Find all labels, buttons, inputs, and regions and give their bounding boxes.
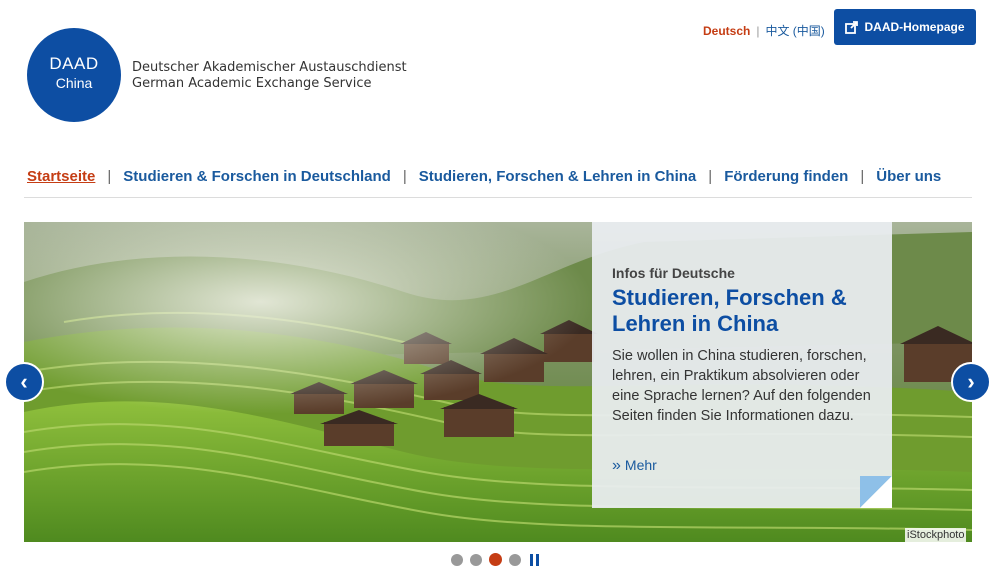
nav-studieren-china[interactable]: Studieren, Forschen & Lehren in China	[419, 168, 697, 185]
daad-homepage-button[interactable]: DAAD-Homepage	[834, 9, 976, 45]
slide-body: Sie wollen in China studieren, forschen,…	[612, 348, 871, 424]
daad-logo[interactable]: DAAD China	[27, 28, 121, 122]
nav-separator: |	[860, 168, 865, 185]
chevron-right-icon: ›	[967, 369, 975, 394]
main-navigation: Startseite | Studieren & Forschen in Deuts…	[27, 168, 941, 185]
more-link-label: Mehr	[624, 457, 657, 473]
lang-separator: |	[756, 24, 760, 38]
slide-title[interactable]: Studieren, Forschen & Lehren in China	[612, 285, 882, 337]
slide-info-card: Infos für Deutsche Studieren, Forschen &…	[592, 222, 892, 508]
nav-foerderung[interactable]: Förderung finden	[724, 168, 848, 185]
nav-startseite[interactable]: Startseite	[27, 168, 95, 185]
external-link-icon	[845, 20, 859, 34]
nav-studieren-deutschland[interactable]: Studieren & Forschen in Deutschland	[123, 168, 391, 185]
carousel-dot-4[interactable]	[509, 553, 521, 566]
logo-line-2: China	[55, 75, 93, 91]
carousel-dot-3[interactable]	[489, 553, 502, 566]
carousel-prev-button[interactable]: ‹	[4, 362, 44, 402]
carousel-next-button[interactable]: ›	[951, 362, 991, 402]
nav-separator: |	[402, 168, 407, 185]
nav-divider	[24, 197, 972, 198]
carousel-indicators	[451, 553, 539, 566]
org-name-de: Deutscher Akademischer Austauschdienst	[132, 60, 407, 75]
slide-kicker: Infos für Deutsche	[612, 265, 735, 281]
organization-name: Deutscher Akademischer Austauschdienst G…	[132, 60, 407, 92]
org-name-en: German Academic Exchange Service	[132, 76, 372, 91]
double-chevron-right-icon: »	[612, 457, 621, 474]
lang-chinese[interactable]: 中文 (中国)	[765, 24, 824, 38]
lang-deutsch[interactable]: Deutsch	[703, 24, 750, 38]
homepage-button-label: DAAD-Homepage	[864, 20, 965, 34]
logo-line-1: DAAD	[49, 54, 99, 73]
carousel-dot-2[interactable]	[470, 553, 482, 566]
page-fold-shade	[860, 476, 892, 508]
nav-ueber-uns[interactable]: Über uns	[876, 168, 941, 185]
nav-separator: |	[107, 168, 112, 185]
pause-icon[interactable]	[530, 553, 539, 566]
more-link[interactable]: » Mehr	[612, 457, 657, 475]
chevron-left-icon: ‹	[20, 369, 28, 394]
carousel-dot-1[interactable]	[451, 553, 463, 566]
nav-separator: |	[708, 168, 713, 185]
language-switcher: Deutsch | 中文 (中国)	[703, 22, 825, 39]
image-credit: iStockphoto	[905, 528, 967, 542]
